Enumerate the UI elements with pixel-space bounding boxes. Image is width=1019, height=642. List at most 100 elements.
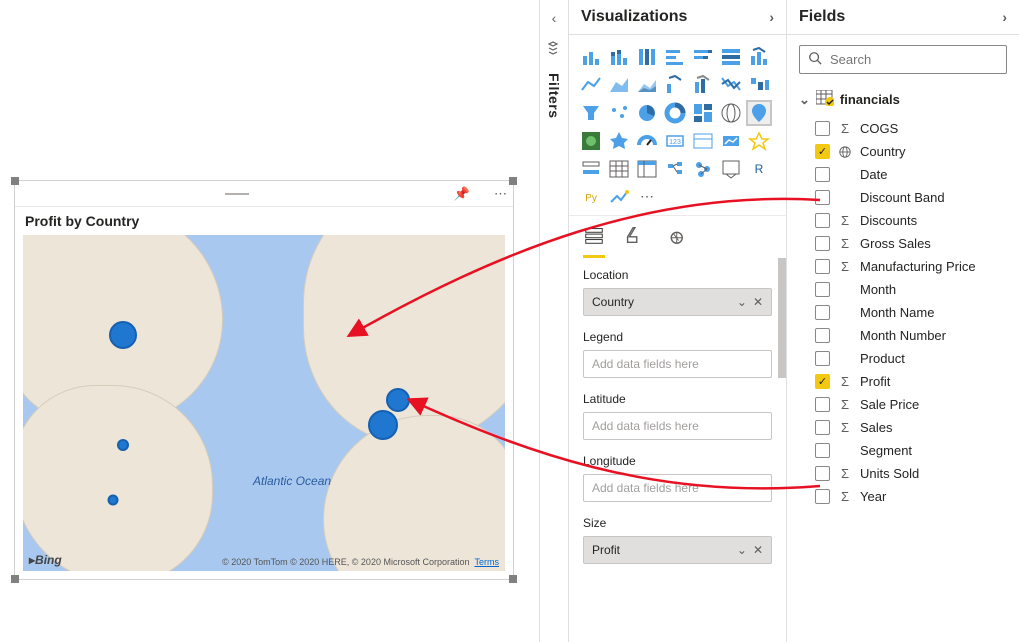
chevron-down-icon[interactable]: ⌄: [737, 543, 747, 557]
viz-type-icon[interactable]: [607, 129, 631, 153]
viz-type-icon[interactable]: [719, 73, 743, 97]
map-bubble-usa[interactable]: [117, 439, 129, 451]
well-drop-zone[interactable]: Add data fields here: [583, 350, 772, 378]
viz-type-icon[interactable]: [635, 73, 659, 97]
checkbox[interactable]: [815, 167, 830, 182]
field-item[interactable]: ΣUnits Sold: [787, 462, 1019, 485]
tab-analytics[interactable]: [663, 224, 685, 258]
viz-type-icon[interactable]: [747, 101, 771, 125]
drag-grip[interactable]: [225, 193, 249, 195]
viz-type-icon[interactable]: [635, 157, 659, 181]
chevron-right-icon[interactable]: ›: [769, 9, 774, 25]
checkbox[interactable]: ✓: [815, 144, 830, 159]
viz-type-icon[interactable]: 123: [663, 129, 687, 153]
field-item[interactable]: ✓ΣProfit: [787, 370, 1019, 393]
viz-type-icon[interactable]: [607, 101, 631, 125]
chevron-right-icon[interactable]: ›: [1002, 9, 1007, 25]
map-area[interactable]: Atlantic Ocean ▸Bing © 2020 TomTom © 202…: [23, 235, 505, 571]
field-item[interactable]: ΣManufacturing Price: [787, 255, 1019, 278]
field-item[interactable]: ΣSales: [787, 416, 1019, 439]
close-icon[interactable]: ✕: [753, 295, 763, 309]
visualization-gallery[interactable]: 123 R Py ⋯: [569, 35, 786, 215]
viz-type-icon[interactable]: [719, 129, 743, 153]
field-item[interactable]: Product: [787, 347, 1019, 370]
well-drop-zone[interactable]: Profit⌄✕: [583, 536, 772, 564]
viz-type-icon[interactable]: [663, 45, 687, 69]
report-canvas[interactable]: 📌 ⋯ Profit by Country Atlantic Ocean ▸Bi…: [0, 0, 539, 642]
viz-type-icon[interactable]: [607, 157, 631, 181]
map-bubble-germany[interactable]: [386, 388, 410, 412]
checkbox[interactable]: [815, 443, 830, 458]
well-drop-zone[interactable]: Add data fields here: [583, 412, 772, 440]
checkbox[interactable]: [815, 282, 830, 297]
viz-type-icon[interactable]: [747, 45, 771, 69]
well-drop-zone[interactable]: Country⌄✕: [583, 288, 772, 316]
viz-type-icon[interactable]: [579, 45, 603, 69]
map-bubble-mexico[interactable]: [108, 495, 119, 506]
field-item[interactable]: Month Number: [787, 324, 1019, 347]
chevron-left-icon[interactable]: ‹: [552, 10, 557, 26]
field-item[interactable]: ΣDiscounts: [787, 209, 1019, 232]
checkbox[interactable]: ✓: [815, 374, 830, 389]
pin-icon[interactable]: 📌: [454, 186, 470, 202]
viz-type-icon[interactable]: [719, 101, 743, 125]
viz-type-icon[interactable]: [579, 101, 603, 125]
viz-type-icon[interactable]: [579, 129, 603, 153]
viz-type-icon[interactable]: [579, 157, 603, 181]
checkbox[interactable]: [815, 121, 830, 136]
checkbox[interactable]: [815, 466, 830, 481]
field-item[interactable]: Month: [787, 278, 1019, 301]
checkbox[interactable]: [815, 420, 830, 435]
field-item[interactable]: ✓Country: [787, 140, 1019, 163]
checkbox[interactable]: [815, 259, 830, 274]
tab-format[interactable]: [623, 224, 645, 258]
viz-type-icon[interactable]: [635, 129, 659, 153]
viz-type-icon[interactable]: [747, 129, 771, 153]
checkbox[interactable]: [815, 190, 830, 205]
viz-type-icon[interactable]: [635, 101, 659, 125]
field-item[interactable]: ΣCOGS: [787, 117, 1019, 140]
field-item[interactable]: Date: [787, 163, 1019, 186]
checkbox[interactable]: [815, 397, 830, 412]
viz-type-icon[interactable]: [719, 157, 743, 181]
checkbox[interactable]: [815, 213, 830, 228]
filters-panel-collapsed[interactable]: ‹ Filters: [539, 0, 569, 642]
search-input[interactable]: [799, 45, 1007, 74]
viz-type-icon[interactable]: [663, 157, 687, 181]
viz-type-icon[interactable]: Py: [579, 185, 603, 209]
checkbox[interactable]: [815, 236, 830, 251]
map-bubble-france[interactable]: [368, 410, 398, 440]
viz-type-icon[interactable]: [663, 73, 687, 97]
close-icon[interactable]: ✕: [753, 543, 763, 557]
more-options-icon[interactable]: ⋯: [494, 186, 507, 202]
field-item[interactable]: Month Name: [787, 301, 1019, 324]
checkbox[interactable]: [815, 351, 830, 366]
field-item[interactable]: ΣSale Price: [787, 393, 1019, 416]
viz-type-icon[interactable]: [607, 45, 631, 69]
viz-type-icon[interactable]: [747, 73, 771, 97]
tab-fields[interactable]: [583, 224, 605, 258]
well-drop-zone[interactable]: Add data fields here: [583, 474, 772, 502]
checkbox[interactable]: [815, 489, 830, 504]
viz-type-icon[interactable]: [691, 129, 715, 153]
viz-type-icon[interactable]: [663, 101, 687, 125]
map-visual-frame[interactable]: 📌 ⋯ Profit by Country Atlantic Ocean ▸Bi…: [14, 180, 514, 580]
viz-type-icon[interactable]: ⋯: [635, 185, 659, 209]
field-item[interactable]: Segment: [787, 439, 1019, 462]
viz-type-icon[interactable]: [607, 185, 631, 209]
field-item[interactable]: ΣYear: [787, 485, 1019, 508]
viz-type-icon[interactable]: [719, 45, 743, 69]
viz-type-icon[interactable]: [691, 101, 715, 125]
viz-type-icon[interactable]: R: [747, 157, 771, 181]
viz-type-icon[interactable]: [691, 73, 715, 97]
viz-type-icon[interactable]: [691, 157, 715, 181]
viz-type-icon[interactable]: [691, 45, 715, 69]
fields-table-header[interactable]: ⌄ financials: [787, 84, 1019, 115]
map-bubble-canada[interactable]: [109, 321, 137, 349]
search-field[interactable]: [830, 52, 1006, 67]
viz-type-icon[interactable]: [579, 73, 603, 97]
viz-type-icon[interactable]: [607, 73, 631, 97]
checkbox[interactable]: [815, 305, 830, 320]
chevron-down-icon[interactable]: ⌄: [737, 295, 747, 309]
field-item[interactable]: Discount Band: [787, 186, 1019, 209]
